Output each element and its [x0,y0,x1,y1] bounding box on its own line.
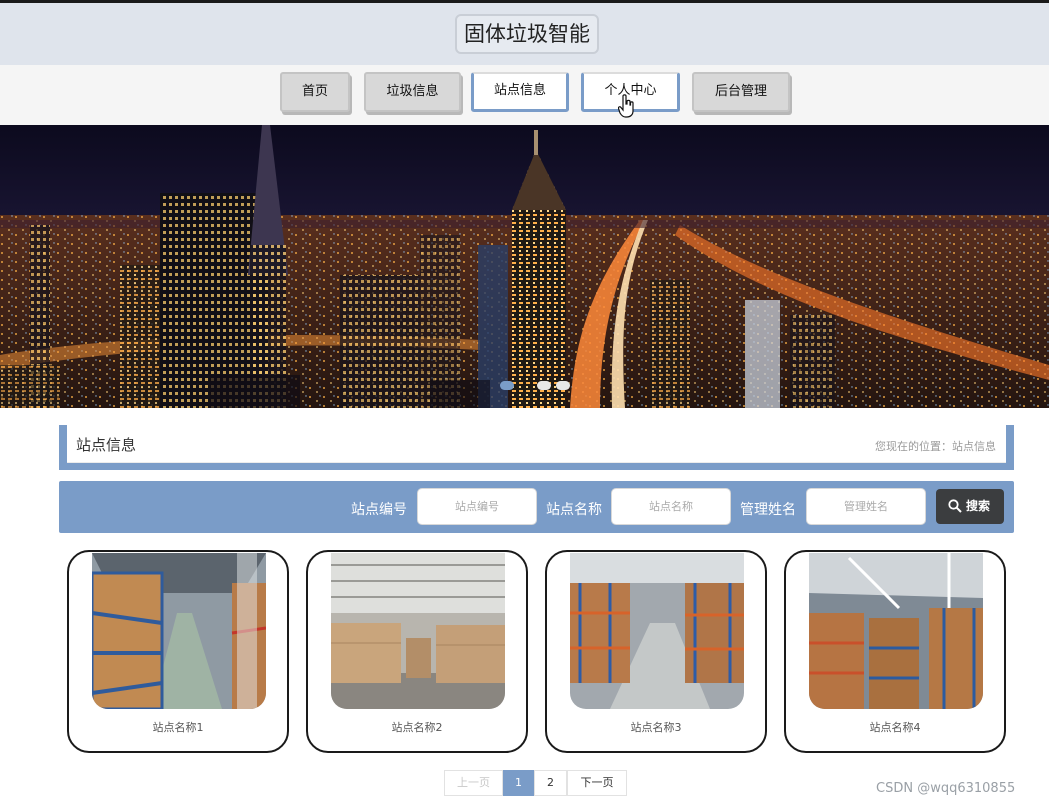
warehouse-image [570,553,744,709]
hero-banner [0,125,1049,408]
nav-home[interactable]: 首页 [280,72,350,112]
search-button[interactable]: 搜索 [936,489,1004,524]
page-title: 站点信息 [76,436,137,454]
site-header: 固体垃圾智能 [0,3,1049,65]
page-2-button[interactable]: 2 [534,770,567,796]
current-location: 您现在的位置：站点信息 [875,440,996,453]
search-button-label: 搜索 [966,499,991,513]
carousel-dot-2[interactable] [537,381,551,390]
breadcrumb: 站点信息 您现在的位置：站点信息 [59,425,1014,470]
main-nav: 首页 垃圾信息 站点信息 个人中心 后台管理 [0,65,1049,125]
station-id-input[interactable]: 站点编号 [417,488,537,525]
station-card[interactable]: 站点名称1 [67,550,289,753]
next-page-button[interactable]: 下一页 [567,770,627,796]
carousel-dot-3[interactable] [556,381,570,390]
station-card[interactable]: 站点名称2 [306,550,528,753]
site-title: 固体垃圾智能 [455,14,599,54]
station-name: 站点名称3 [630,721,682,734]
station-name-label: 站点名称 [546,502,602,518]
prev-page-button[interactable]: 上一页 [444,770,503,796]
nav-admin[interactable]: 后台管理 [692,72,790,112]
page-1-button[interactable]: 1 [503,770,534,796]
search-bar: 站点编号 站点编号 站点名称 站点名称 管理姓名 管理姓名 搜索 [59,481,1014,533]
station-card[interactable]: 站点名称4 [784,550,1006,753]
hand-cursor-icon [618,94,634,118]
warehouse-image [92,553,266,709]
nav-garbage-info[interactable]: 垃圾信息 [364,72,461,112]
station-name-input[interactable]: 站点名称 [611,488,731,525]
watermark: CSDN @wqq6310855 [876,781,1016,796]
city-night-image [0,125,1049,408]
manager-name-input[interactable]: 管理姓名 [806,488,926,525]
warehouse-image [809,553,983,709]
station-name: 站点名称1 [152,721,204,734]
warehouse-image [331,553,505,709]
manager-name-label: 管理姓名 [740,502,796,518]
station-card[interactable]: 站点名称3 [545,550,767,753]
carousel-dot-1[interactable] [500,381,514,390]
nav-station-info[interactable]: 站点信息 [471,72,569,112]
search-icon [948,499,962,513]
station-name: 站点名称2 [391,721,443,734]
station-name: 站点名称4 [869,721,921,734]
station-id-label: 站点编号 [351,502,407,518]
